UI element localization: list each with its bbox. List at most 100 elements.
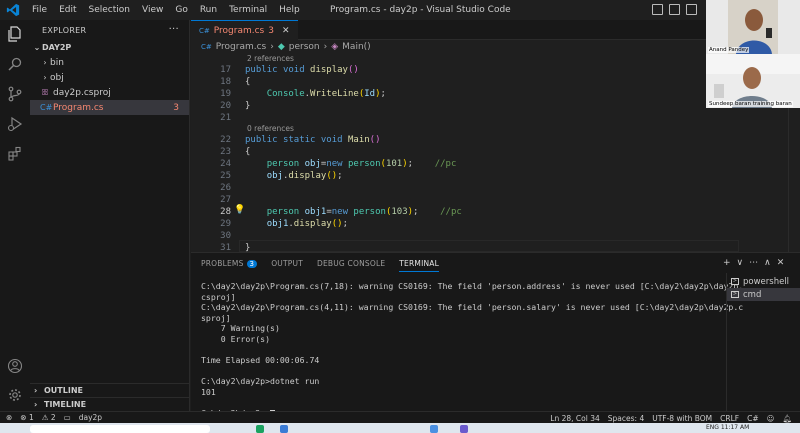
- status-eol[interactable]: CRLF: [716, 414, 743, 423]
- app-icon[interactable]: [430, 425, 438, 433]
- tree-item-csproj[interactable]: ꕥ day2p.csproj: [30, 85, 189, 100]
- close-panel-icon[interactable]: ✕: [777, 258, 785, 268]
- app-icon[interactable]: [256, 425, 264, 433]
- terminal-icon: >: [731, 278, 739, 285]
- terminal-list: > powershell > cmd: [726, 273, 800, 412]
- error-count-badge: 3: [173, 102, 179, 113]
- run-debug-icon[interactable]: [7, 116, 23, 132]
- menu-go[interactable]: Go: [169, 0, 193, 20]
- line-number: 29: [220, 219, 231, 229]
- terminal-icon: >: [731, 291, 739, 298]
- explorer-title: EXPLORER: [42, 25, 87, 35]
- tab-program-cs[interactable]: C# Program.cs 3 ✕: [191, 20, 298, 40]
- status-language[interactable]: C#: [743, 414, 763, 423]
- code-text: obj.display();: [266, 171, 343, 181]
- terminal-output[interactable]: C:\day2\day2p\Program.cs(7,18): warning …: [201, 281, 744, 419]
- extensions-icon[interactable]: [7, 146, 23, 162]
- status-encoding[interactable]: UTF-8 with BOM: [648, 414, 716, 423]
- codelens-references[interactable]: 2 references: [247, 54, 294, 64]
- layout-controls: [652, 4, 697, 15]
- accounts-icon[interactable]: [7, 358, 23, 374]
- tree-item-program-cs[interactable]: C# Program.cs 3: [30, 100, 189, 115]
- close-icon[interactable]: ✕: [282, 26, 290, 36]
- vscode-logo-icon: [6, 3, 20, 17]
- code-line: 20 }: [191, 100, 751, 112]
- status-position[interactable]: Ln 28, Col 34: [546, 414, 603, 423]
- menu-terminal[interactable]: Terminal: [223, 0, 273, 20]
- notifications-bell-icon[interactable]: 🔔︎: [778, 414, 796, 423]
- participant-name: Sundeep baran training baran: [708, 101, 793, 107]
- code-text: obj1.display();: [266, 219, 348, 229]
- menu-selection[interactable]: Selection: [83, 0, 136, 20]
- code-line: 28 person obj1=new person(103); //pc: [191, 206, 751, 218]
- status-errors[interactable]: ⊗ 1: [16, 413, 37, 422]
- title-bar: File Edit Selection View Go Run Terminal…: [0, 0, 800, 20]
- new-terminal-icon[interactable]: +: [723, 258, 731, 268]
- remote-icon[interactable]: ⊗: [0, 413, 16, 422]
- breadcrumb-class[interactable]: person: [289, 42, 320, 52]
- line-number: 27: [220, 195, 231, 205]
- line-number: 20: [220, 101, 231, 111]
- tab-debug-console[interactable]: DEBUG CONSOLE: [317, 259, 385, 268]
- toggle-panel-icon[interactable]: [669, 4, 680, 15]
- terminal-item-powershell[interactable]: > powershell: [727, 275, 800, 288]
- code-text: Console.WriteLine(Id);: [266, 89, 386, 99]
- breadcrumb-file[interactable]: Program.cs: [216, 42, 266, 52]
- tree-item-obj[interactable]: › obj: [30, 70, 189, 85]
- menu-file[interactable]: File: [26, 0, 53, 20]
- timeline-section[interactable]: › TIMELINE: [30, 397, 190, 411]
- source-control-icon[interactable]: [7, 86, 23, 102]
- code-line: 19 Console.WriteLine(Id);: [191, 88, 751, 100]
- terminal-item-cmd[interactable]: > cmd: [727, 288, 800, 301]
- breadcrumb-method[interactable]: Main(): [342, 42, 371, 52]
- more-actions-icon[interactable]: ···: [169, 24, 179, 35]
- chevron-right-icon: ›: [43, 73, 47, 82]
- maximize-panel-icon[interactable]: ∧: [764, 258, 771, 268]
- toggle-secondary-sidebar-icon[interactable]: [686, 4, 697, 15]
- tab-label: Program.cs: [213, 25, 265, 36]
- terminal-item-label: cmd: [743, 289, 762, 300]
- explorer-header: EXPLORER ···: [30, 20, 189, 40]
- search-icon[interactable]: [7, 56, 23, 72]
- terminal-dropdown-icon[interactable]: ∨: [737, 258, 744, 268]
- status-bar: ⊗ ⊗ 1 ⚠ 2 ▭ day2p Ln 28, Col 34 Spaces: …: [0, 411, 800, 423]
- tab-output[interactable]: OUTPUT: [271, 259, 303, 268]
- menu-help[interactable]: Help: [273, 0, 306, 20]
- chevron-right-icon: ›: [270, 42, 274, 52]
- taskbar-search[interactable]: [30, 425, 210, 433]
- menu-run[interactable]: Run: [194, 0, 223, 20]
- code-text: public void display(): [245, 65, 359, 75]
- tree-item-label: bin: [50, 57, 64, 68]
- status-spaces[interactable]: Spaces: 4: [604, 414, 648, 423]
- more-actions-icon[interactable]: ⋯: [749, 258, 758, 268]
- app-icon[interactable]: [280, 425, 288, 433]
- code-line: 25 obj.display();: [191, 170, 751, 182]
- feedback-icon[interactable]: ☺: [763, 414, 779, 423]
- code-text: public static void Main(): [245, 135, 381, 145]
- tab-problems[interactable]: PROBLEMS 3: [201, 259, 258, 268]
- terminal-line: sproj]: [201, 312, 231, 323]
- menu-view[interactable]: View: [136, 0, 169, 20]
- chevron-right-icon: ›: [34, 400, 38, 409]
- tab-terminal[interactable]: TERMINAL: [399, 259, 439, 272]
- code-line: 23 {: [191, 146, 751, 158]
- toggle-sidebar-icon[interactable]: [652, 4, 663, 15]
- participant-video-bottom: Sundeep baran training baran: [706, 54, 800, 108]
- settings-gear-icon[interactable]: [7, 387, 23, 403]
- app-icon[interactable]: [460, 425, 468, 433]
- tree-item-label: day2p.csproj: [53, 87, 111, 98]
- menu-edit[interactable]: Edit: [53, 0, 82, 20]
- status-warnings[interactable]: ⚠ 2: [38, 413, 60, 422]
- line-number: 28: [220, 207, 231, 217]
- explorer-icon[interactable]: [7, 26, 23, 42]
- tree-item-bin[interactable]: › bin: [30, 55, 189, 70]
- status-project[interactable]: day2p: [75, 413, 106, 422]
- line-number: 21: [220, 113, 231, 123]
- outline-section[interactable]: › OUTLINE: [30, 383, 190, 397]
- terminal-line: 0 Error(s): [201, 333, 271, 344]
- line-number: 19: [220, 89, 231, 99]
- terminal-line: C:\day2\day2p\Program.cs(7,18): warning …: [201, 281, 744, 291]
- workspace-folder[interactable]: ⌄ DAY2P: [30, 40, 189, 55]
- codelens-references[interactable]: 0 references: [247, 124, 294, 134]
